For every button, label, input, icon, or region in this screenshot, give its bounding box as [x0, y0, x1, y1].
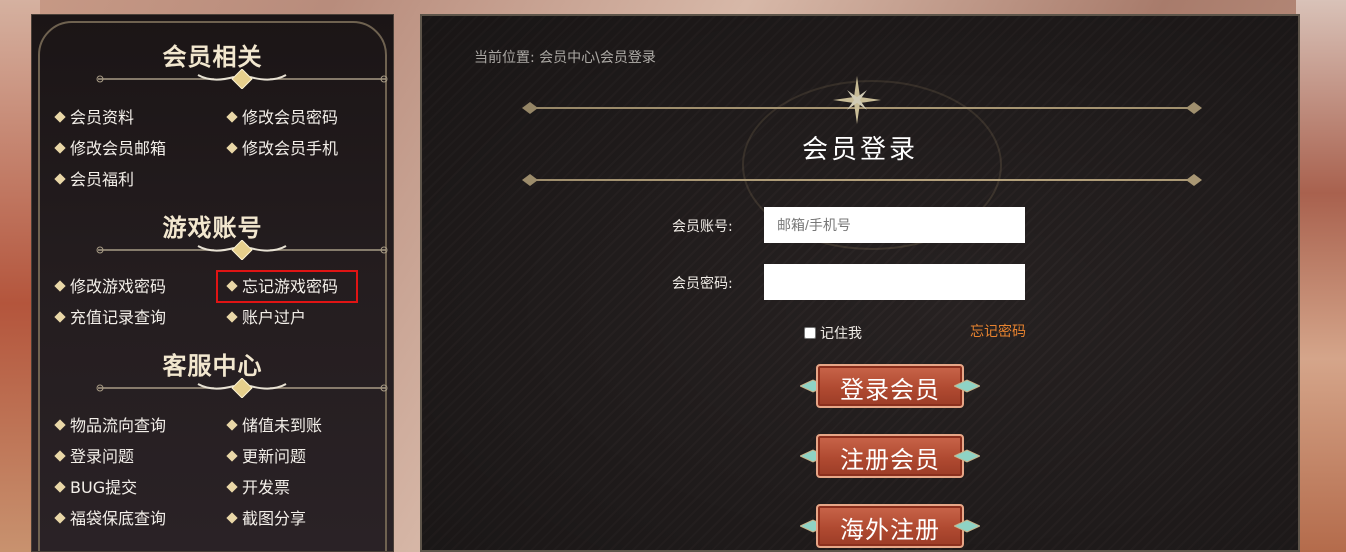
highlight-box — [216, 270, 358, 303]
sidebar-item-label: 修改游戏密码 — [70, 277, 167, 296]
login-panel: 当前位置: 会员中心\会员登录 会员登录 会员账号: 会员密码: 记住我 忘记密… — [420, 14, 1300, 552]
section-divider-ornament — [94, 240, 390, 260]
register-button-label: 注册会员 — [840, 446, 940, 474]
breadcrumb-member-center-link[interactable]: 会员中心 — [539, 50, 595, 66]
sparkle-star-icon — [833, 76, 881, 124]
sidebar-item-lucky-bag-query[interactable]: 福袋保底查询 — [54, 509, 167, 529]
sidebar-item-label: BUG提交 — [70, 478, 138, 497]
diamond-bullet-icon — [226, 111, 238, 123]
overseas-register-button-label: 海外注册 — [840, 516, 940, 544]
sidebar-item-label: 物品流向查询 — [70, 416, 167, 435]
sidebar-item-invoice[interactable]: 开发票 — [226, 478, 291, 498]
password-label: 会员密码: — [672, 276, 733, 292]
section-title-game-account: 游戏账号 — [162, 213, 263, 242]
diamond-bullet-icon — [226, 419, 238, 431]
sidebar-item-label: 会员资料 — [70, 108, 135, 127]
sidebar-item-update-issues[interactable]: 更新问题 — [226, 447, 307, 467]
sidebar-item-label: 修改会员密码 — [242, 108, 339, 127]
forgot-password-link[interactable]: 忘记密码 — [970, 321, 1026, 341]
sidebar-item-label: 账户过户 — [242, 308, 307, 327]
sidebar-item-label: 储值未到账 — [242, 416, 323, 435]
diamond-bullet-icon — [226, 450, 238, 462]
title-ornament-bottom — [520, 170, 1204, 190]
sidebar-item-member-profile[interactable]: 会员资料 — [54, 108, 135, 128]
remember-me[interactable]: 记住我 — [804, 323, 862, 343]
sidebar-item-login-issues[interactable]: 登录问题 — [54, 447, 135, 467]
diamond-bullet-icon — [54, 512, 66, 524]
diamond-bullet-icon — [54, 450, 66, 462]
sidebar-item-account-transfer[interactable]: 账户过户 — [226, 308, 307, 328]
register-button[interactable]: 注册会员 — [800, 432, 980, 480]
section-divider-ornament — [94, 378, 390, 398]
section-divider-ornament — [94, 69, 390, 89]
login-button-label: 登录会员 — [840, 376, 940, 404]
diamond-bullet-icon — [54, 419, 66, 431]
diamond-bullet-icon — [226, 512, 238, 524]
sidebar-item-screenshot-share[interactable]: 截图分享 — [226, 509, 307, 529]
login-button[interactable]: 登录会员 — [800, 362, 980, 410]
diamond-bullet-icon — [226, 311, 238, 323]
sidebar-item-change-member-email[interactable]: 修改会员邮箱 — [54, 139, 167, 159]
diamond-bullet-icon — [54, 173, 66, 185]
sidebar-item-label: 修改会员邮箱 — [70, 139, 167, 158]
breadcrumb-prefix: 当前位置: — [474, 50, 535, 66]
sidebar-item-member-benefits[interactable]: 会员福利 — [54, 170, 135, 190]
account-input[interactable] — [764, 207, 1025, 243]
password-input[interactable] — [764, 264, 1025, 300]
background-art-right — [1296, 0, 1346, 552]
sidebar-item-bug-report[interactable]: BUG提交 — [54, 478, 138, 498]
sidebar-item-change-member-phone[interactable]: 修改会员手机 — [226, 139, 339, 159]
sidebar-item-change-game-password[interactable]: 修改游戏密码 — [54, 277, 167, 297]
sidebar-item-change-member-password[interactable]: 修改会员密码 — [226, 108, 339, 128]
sidebar-item-label: 登录问题 — [70, 447, 135, 466]
sidebar-item-recharge-not-received[interactable]: 储值未到账 — [226, 416, 323, 436]
sidebar-item-label: 更新问题 — [242, 447, 307, 466]
sidebar-item-label: 修改会员手机 — [242, 139, 339, 158]
member-sidebar: 会员相关 会员资料 修改会员密码 修改会员邮箱 修改会员手机 会员福利 游戏账号… — [31, 14, 394, 552]
section-title-customer-service: 客服中心 — [162, 351, 263, 380]
sidebar-item-label: 会员福利 — [70, 170, 135, 189]
diamond-bullet-icon — [54, 311, 66, 323]
section-title-member: 会员相关 — [162, 42, 263, 71]
sidebar-item-label: 福袋保底查询 — [70, 509, 167, 528]
breadcrumb: 当前位置: 会员中心\会员登录 — [474, 47, 656, 67]
diamond-bullet-icon — [54, 481, 66, 493]
diamond-bullet-icon — [54, 111, 66, 123]
remember-checkbox[interactable] — [804, 327, 816, 339]
diamond-bullet-icon — [54, 280, 66, 292]
sidebar-item-label: 开发票 — [242, 478, 291, 497]
sidebar-item-recharge-records[interactable]: 充值记录查询 — [54, 308, 167, 328]
remember-label: 记住我 — [820, 326, 862, 342]
diamond-bullet-icon — [54, 142, 66, 154]
page-title: 会员登录 — [801, 135, 918, 165]
account-label: 会员账号: — [672, 219, 733, 235]
sidebar-item-label: 截图分享 — [242, 509, 307, 528]
overseas-register-button[interactable]: 海外注册 — [800, 502, 980, 550]
sidebar-item-item-flow-query[interactable]: 物品流向查询 — [54, 416, 167, 436]
breadcrumb-member-login: 会员登录 — [599, 50, 656, 66]
diamond-bullet-icon — [226, 481, 238, 493]
sidebar-item-label: 充值记录查询 — [70, 308, 167, 327]
diamond-bullet-icon — [226, 142, 238, 154]
